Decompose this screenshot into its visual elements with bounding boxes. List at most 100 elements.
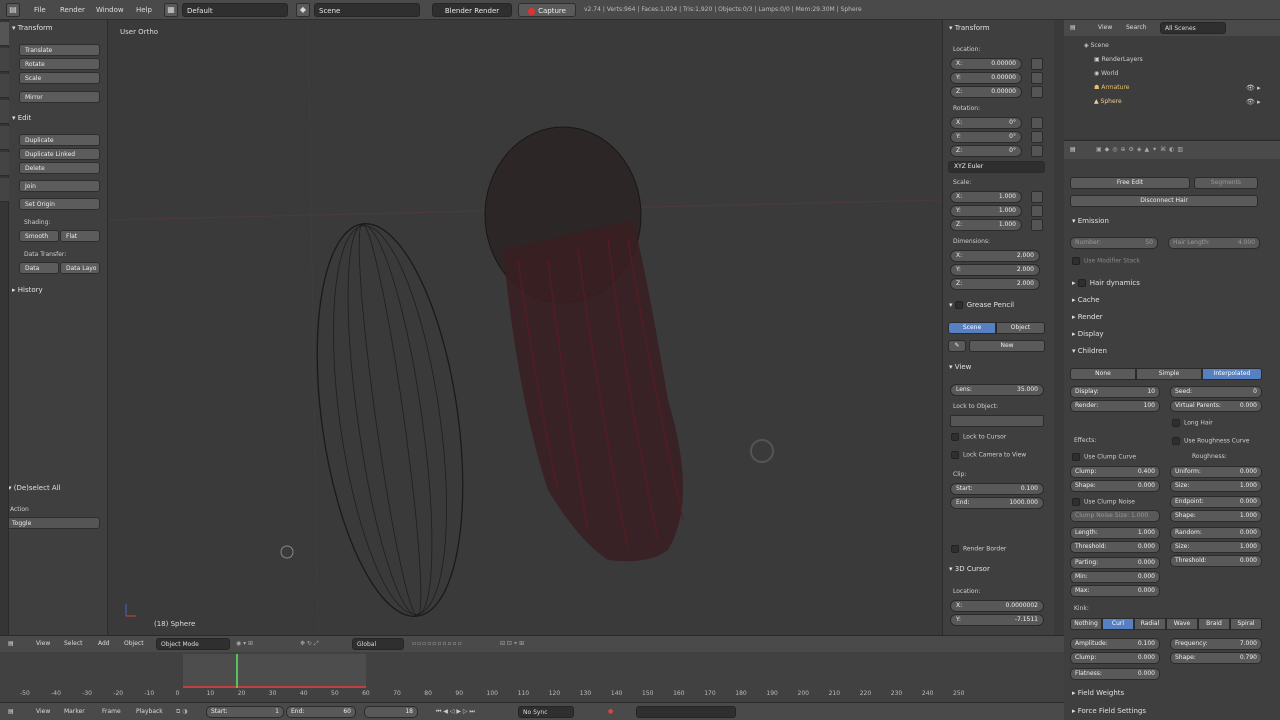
cursor-x-field[interactable]: X: 0.0000002 — [950, 600, 1044, 612]
children-none-option[interactable]: None — [1070, 368, 1136, 380]
rotation-y-field[interactable]: Y: 0° — [950, 131, 1022, 143]
tl-view-menu[interactable]: View — [36, 706, 50, 718]
kink-wave-option[interactable]: Wave — [1166, 618, 1198, 630]
seed-field[interactable]: Seed: 0 — [1170, 386, 1262, 398]
cursor-y-field[interactable]: Y: -7.1511 — [950, 614, 1044, 626]
layout-icon[interactable]: ▦ — [164, 3, 178, 17]
grease-pencil-checkbox[interactable] — [954, 301, 963, 309]
layout-select[interactable]: Default — [182, 3, 288, 17]
field-weights-header[interactable]: ▸ Field Weights — [1072, 689, 1124, 697]
use-roughness-curve-toggle[interactable]: Use Roughness Curve — [1172, 437, 1249, 445]
children-header[interactable]: ▾ Children — [1072, 347, 1107, 355]
emission-header[interactable]: ▾ Emission — [1072, 217, 1109, 225]
long-hair-toggle[interactable]: Long Hair — [1172, 419, 1213, 427]
playback-controls[interactable]: ⏮ ◀ ◁ ▶ ▷ ⏭ — [436, 706, 475, 718]
kink-radial-option[interactable]: Radial — [1134, 618, 1166, 630]
outliner-item-armature[interactable]: ☗ Armature — [1094, 84, 1129, 91]
render-engine-select[interactable]: Blender Render — [432, 3, 512, 17]
orientation-select[interactable]: Global — [352, 638, 404, 650]
rotation-x-field[interactable]: X: 0° — [950, 117, 1022, 129]
lock-to-cursor-toggle[interactable]: Lock to Cursor — [951, 433, 1006, 441]
history-panel-header[interactable]: ▸ History — [12, 286, 43, 294]
outliner-view-menu[interactable]: View — [1098, 22, 1112, 34]
lock-icon[interactable] — [1031, 72, 1043, 84]
render-border-checkbox[interactable] — [951, 545, 959, 553]
mirror-button[interactable]: Mirror — [19, 91, 100, 103]
lock-icon[interactable] — [1031, 205, 1043, 217]
end-frame-field[interactable]: End: 60 — [286, 706, 356, 718]
random-size-field[interactable]: Size: 1.000 — [1170, 541, 1262, 553]
properties-editor-icon[interactable]: ▤ — [1070, 144, 1076, 156]
select-menu[interactable]: Select — [64, 638, 83, 650]
frequency-field[interactable]: Frequency: 7.000 — [1170, 638, 1262, 650]
join-button[interactable]: Join — [19, 180, 100, 192]
kink-nothing-option[interactable]: Nothing — [1070, 618, 1102, 630]
location-x-field[interactable]: X: 0.00000 — [950, 58, 1022, 70]
menu-file[interactable]: File — [34, 3, 46, 17]
clump-noise-size-field[interactable]: Clump Noise Size: 1.000 — [1070, 510, 1160, 522]
menu-render[interactable]: Render — [60, 3, 85, 17]
rotation-z-field[interactable]: Z: 0° — [950, 145, 1022, 157]
translate-button[interactable]: Translate — [19, 44, 100, 56]
random-field[interactable]: Random: 0.000 — [1170, 527, 1262, 539]
endpoint-field[interactable]: Endpoint: 0.000 — [1170, 496, 1262, 508]
max-field[interactable]: Max: 0.000 — [1070, 585, 1160, 597]
kink-spiral-option[interactable]: Spiral — [1230, 618, 1262, 630]
lock-icon[interactable] — [1031, 58, 1043, 70]
clip-end-field[interactable]: End: 1000.000 — [950, 497, 1044, 509]
lock-icon[interactable] — [1031, 86, 1043, 98]
tab-animation[interactable] — [0, 100, 9, 124]
lock-icon[interactable] — [1031, 145, 1043, 157]
layer-buttons[interactable]: ▫▫▫▫▫▫▫▫▫▫ — [412, 638, 463, 650]
preview-range-icon[interactable]: ⧉ ◑ — [176, 706, 187, 718]
add-menu[interactable]: Add — [98, 638, 110, 650]
menu-help[interactable]: Help — [136, 3, 152, 17]
n-view-header[interactable]: ▾ View — [949, 363, 971, 371]
keying-set-field[interactable] — [636, 706, 736, 718]
grease-pencil-header[interactable]: ▾ Grease Pencil — [949, 301, 1014, 309]
disconnect-hair-button[interactable]: Disconnect Hair — [1070, 195, 1258, 207]
tab-relations[interactable] — [0, 74, 9, 98]
property-context-tabs[interactable]: ▣◆◎⊕⚙◈▲✦⌘◐▥ — [1096, 144, 1186, 156]
outliner-filter-select[interactable]: All Scenes — [1160, 22, 1226, 34]
outliner-item-renderlayers[interactable]: ▣ RenderLayers — [1094, 56, 1143, 63]
uniform-size-field[interactable]: Size: 1.000 — [1170, 480, 1262, 492]
clump-field[interactable]: Clump: 0.400 — [1070, 466, 1160, 478]
lock-icon[interactable] — [1031, 131, 1043, 143]
operator-panel-header[interactable]: ▾ (De)select All — [8, 484, 61, 492]
duplicate-button[interactable]: Duplicate — [19, 134, 100, 146]
random-threshold-field[interactable]: Threshold: 0.000 — [1170, 555, 1262, 567]
use-clump-curve-checkbox[interactable] — [1072, 453, 1080, 461]
flatness-field[interactable]: Flatness: 0.000 — [1070, 668, 1160, 680]
tab-tools[interactable] — [0, 22, 9, 46]
timeline[interactable]: -50 -40 -30 -20 -10 0 10 20 30 40 50 60 70 80 90 100 110… — [0, 652, 1064, 702]
tab-physics[interactable] — [0, 126, 9, 150]
dimension-x-field[interactable]: X: 2.000 — [950, 250, 1040, 262]
timeline-editor-icon[interactable]: ▤ — [8, 706, 14, 718]
action-select[interactable]: Toggle — [6, 517, 100, 529]
lock-icon[interactable] — [1031, 219, 1043, 231]
scene-icon[interactable]: ◆ — [296, 3, 310, 17]
hair-length-field[interactable]: Hair Length: 4.000 — [1168, 237, 1260, 249]
lock-to-cursor-checkbox[interactable] — [951, 433, 959, 441]
cache-header[interactable]: ▸ Cache — [1072, 296, 1100, 304]
menu-window[interactable]: Window — [96, 3, 124, 17]
clip-start-field[interactable]: Start: 0.100 — [950, 483, 1044, 495]
shading-icon[interactable]: ◉ ▾ ⊞ — [236, 638, 253, 650]
delete-button[interactable]: Delete — [19, 162, 100, 174]
use-clump-noise-toggle[interactable]: Use Clump Noise — [1072, 498, 1135, 506]
use-clump-curve-toggle[interactable]: Use Clump Curve — [1072, 453, 1136, 461]
rotation-mode-select[interactable]: XYZ Euler — [948, 161, 1045, 173]
lens-field[interactable]: Lens: 35.000 — [950, 384, 1044, 396]
scale-button[interactable]: Scale — [19, 72, 100, 84]
force-field-header[interactable]: ▸ Force Field Settings — [1072, 707, 1146, 715]
parting-field[interactable]: Parting: 0.000 — [1070, 557, 1160, 569]
n-transform-header[interactable]: ▾ Transform — [949, 24, 990, 32]
kink-curl-option[interactable]: Curl — [1102, 618, 1134, 630]
scene-select[interactable]: Scene — [314, 3, 420, 17]
kink-shape-field[interactable]: Shape: 0.790 — [1170, 652, 1262, 664]
outliner-item-scene[interactable]: ◈ Scene — [1084, 42, 1109, 49]
display-header[interactable]: ▸ Display — [1072, 330, 1104, 338]
sync-select[interactable]: No Sync — [518, 706, 574, 718]
use-modifier-toggle[interactable]: Use Modifier Stack — [1072, 257, 1140, 265]
